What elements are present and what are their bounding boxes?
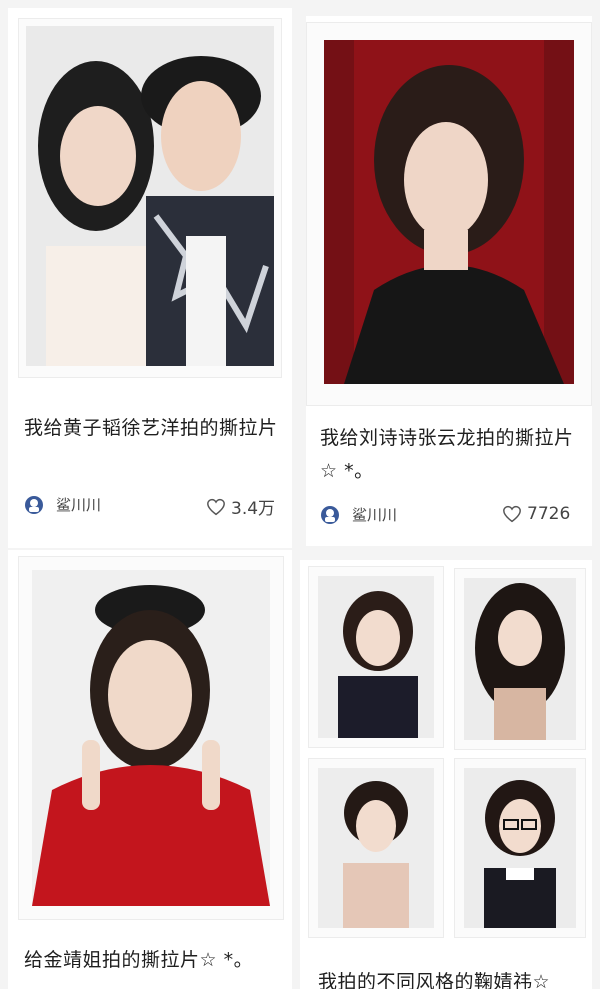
post-card[interactable]: 我给刘诗诗张云龙拍的撕拉片☆ *。 鲨川川 7726	[306, 16, 592, 546]
post-meta: 鲨川川	[24, 494, 101, 515]
heart-icon[interactable]	[206, 498, 226, 516]
author-avatar-icon[interactable]	[24, 495, 44, 515]
polaroid-frame	[18, 556, 284, 920]
post-title[interactable]: 我给黄子韬徐艺洋拍的撕拉片	[24, 412, 284, 482]
post-photo	[324, 40, 574, 384]
post-photo	[464, 578, 576, 740]
post-title[interactable]: 给金靖姐拍的撕拉片☆ *。	[24, 944, 288, 984]
author-avatar-icon[interactable]	[320, 505, 340, 525]
like-count[interactable]: 3.4万	[206, 494, 275, 519]
like-count-value: 3.4万	[231, 499, 276, 519]
post-photo	[318, 768, 434, 928]
polaroid-frame	[308, 758, 444, 938]
like-count-value: 7726	[527, 504, 571, 524]
author-name[interactable]: 鲨川川	[352, 504, 397, 525]
post-photo	[464, 768, 576, 928]
post-photo	[32, 570, 270, 906]
post-title[interactable]: 我给刘诗诗张云龙拍的撕拉片☆ *。	[320, 422, 590, 492]
post-photo	[26, 26, 274, 366]
post-card[interactable]: 我拍的不同风格的鞠婧祎☆	[300, 560, 592, 989]
like-count[interactable]: 7726	[502, 504, 570, 524]
post-photo	[318, 576, 434, 738]
author-name[interactable]: 鲨川川	[56, 494, 101, 515]
feed: 我给黄子韬徐艺洋拍的撕拉片 鲨川川 3.4万 我给刘诗诗张云龙拍的撕拉片☆ *。…	[0, 0, 600, 989]
polaroid-frame	[454, 758, 586, 938]
polaroid-frame	[18, 18, 282, 378]
post-title[interactable]: 我拍的不同风格的鞠婧祎☆	[318, 970, 592, 989]
post-meta: 鲨川川	[320, 504, 397, 525]
polaroid-frame	[306, 22, 592, 406]
heart-icon[interactable]	[502, 505, 522, 523]
post-card[interactable]: 我给黄子韬徐艺洋拍的撕拉片 鲨川川 3.4万	[8, 8, 292, 548]
polaroid-frame	[454, 568, 586, 750]
polaroid-frame	[308, 566, 444, 748]
post-card[interactable]: 给金靖姐拍的撕拉片☆ *。	[8, 550, 292, 989]
